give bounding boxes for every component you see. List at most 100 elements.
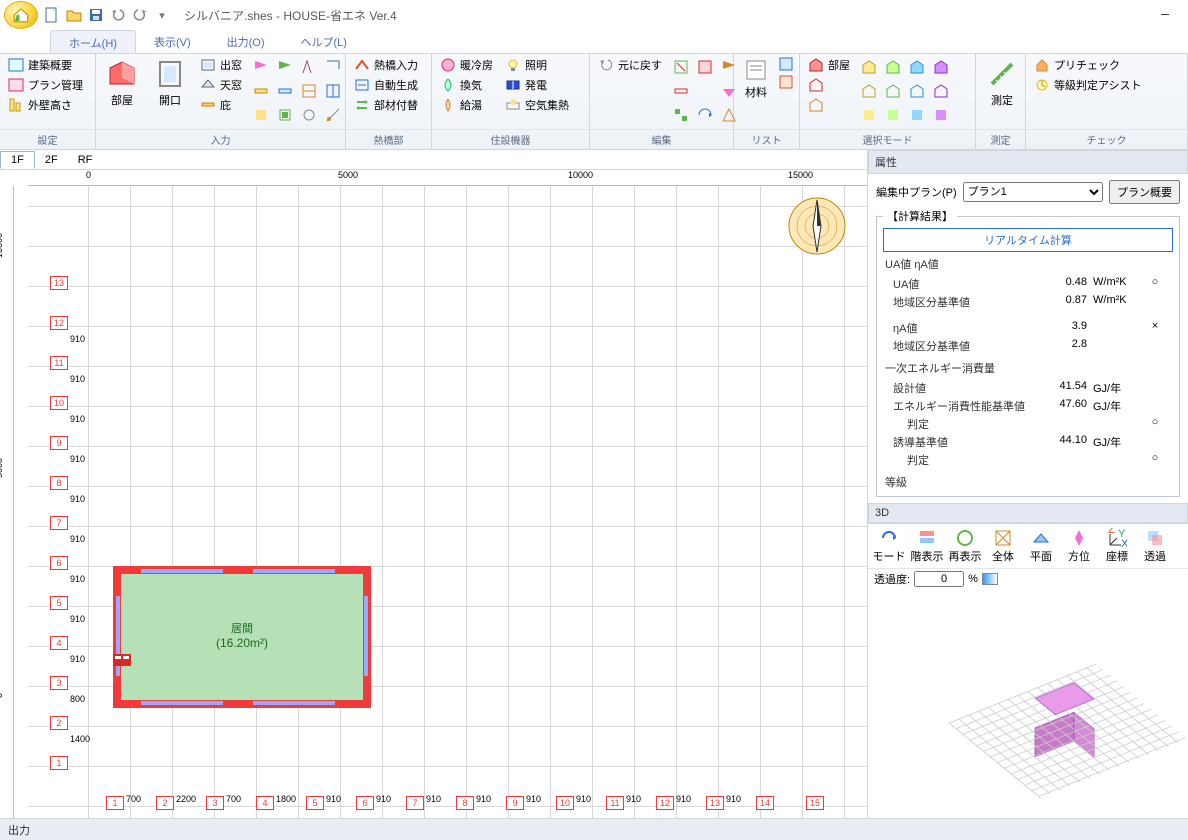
selmode-r3[interactable] — [804, 96, 854, 114]
settings-wallheight[interactable]: 外壁高さ — [4, 96, 87, 114]
equip-kyuto[interactable]: 給湯 — [436, 96, 497, 114]
input-eave[interactable]: 庇 — [196, 96, 246, 114]
sm-c3-icon[interactable] — [906, 56, 928, 78]
opacity-label: 透過度: — [874, 571, 910, 587]
list-icon1[interactable] — [778, 56, 794, 72]
bridge-auto[interactable]: 自動生成 — [350, 76, 422, 94]
tab-help[interactable]: ヘルプ(L) — [283, 30, 365, 53]
sm-c1-icon[interactable] — [858, 56, 880, 78]
app-icon[interactable] — [4, 1, 38, 29]
plan-overview-button[interactable]: プラン概要 — [1109, 180, 1180, 204]
input-sky[interactable]: 天窓 — [196, 76, 246, 94]
tool-b4-icon[interactable] — [322, 104, 344, 126]
plan-canvas-area[interactable]: 1F 2F RF 0 5000 10000 15000 0 5000 10000… — [0, 150, 868, 818]
tool-h3-icon[interactable] — [298, 80, 320, 102]
input-room[interactable]: 部屋 — [100, 56, 144, 110]
tab-home[interactable]: ホーム(H) — [50, 30, 136, 53]
tool-b1-icon[interactable] — [250, 104, 272, 126]
3d-mode[interactable]: モード — [872, 528, 906, 564]
tab-output[interactable]: 出力(O) — [209, 30, 283, 53]
edit-t1-icon[interactable] — [670, 56, 692, 78]
selmode-r2[interactable] — [804, 76, 854, 94]
tool-pink-flag-icon[interactable] — [250, 56, 272, 78]
3d-trans[interactable]: 透過 — [1138, 528, 1172, 564]
3d-all[interactable]: 全体 — [986, 528, 1020, 564]
input-opening[interactable]: 開口 — [148, 56, 192, 110]
edit-undo[interactable]: 元に戻す — [594, 56, 666, 74]
tool-b2-icon[interactable] — [274, 104, 296, 126]
floor-tab-rf[interactable]: RF — [68, 152, 103, 168]
edit-t7-icon[interactable] — [694, 104, 716, 126]
tool-h4-icon[interactable] — [322, 80, 344, 102]
sm-c8-icon[interactable] — [930, 80, 952, 102]
ec-head: 一次エネルギー消費量 — [885, 360, 1173, 376]
check-pre[interactable]: プリチェック — [1030, 56, 1146, 74]
edit-t6-icon[interactable] — [670, 104, 692, 126]
ruler-left: 0 5000 10000 — [0, 186, 14, 818]
sm-c9-icon[interactable] — [858, 104, 880, 126]
check-grade[interactable]: 等級判定アシスト — [1030, 76, 1146, 94]
edit-t2-icon[interactable] — [694, 56, 716, 78]
editing-plan-label: 編集中プラン(P) — [876, 184, 957, 200]
3d-floor[interactable]: 階表示 — [910, 528, 944, 564]
sm-c10-icon[interactable] — [882, 104, 904, 126]
floor-tab-2f[interactable]: 2F — [35, 152, 68, 168]
equip-kuuki[interactable]: 空気集熱 — [501, 96, 573, 114]
group-list-label: リスト — [734, 129, 799, 149]
tool-h1-icon[interactable] — [250, 80, 272, 102]
axis-h-7: 7 — [50, 516, 68, 530]
group-selmode-label: 選択モード — [800, 129, 975, 149]
room-shape[interactable]: 居間 (16.20m²) — [113, 566, 371, 708]
equip-danbou[interactable]: 暖冷房 — [436, 56, 497, 74]
minimize-button[interactable]: ─ — [1142, 0, 1188, 30]
list-icon2[interactable] — [778, 74, 794, 90]
equip-hatsuden[interactable]: 発電 — [501, 76, 573, 94]
selmode-heya[interactable]: 部屋 — [804, 56, 854, 74]
sm-c2-icon[interactable] — [882, 56, 904, 78]
group-bridge-label: 熱橋部 — [346, 129, 431, 149]
tool-green-flag-icon[interactable] — [274, 56, 296, 78]
qat-new-icon[interactable] — [42, 5, 62, 25]
tool-line1-icon[interactable] — [298, 56, 320, 78]
3d-dir[interactable]: 方位 — [1062, 528, 1096, 564]
axis-h-13: 13 — [50, 276, 68, 290]
group-equip-label: 住設機器 — [432, 129, 589, 149]
tool-line2-icon[interactable] — [322, 56, 344, 78]
sm-c6-icon[interactable] — [882, 80, 904, 102]
equip-kanki[interactable]: 換気 — [436, 76, 497, 94]
qat-redo-icon[interactable] — [130, 5, 150, 25]
floor-tab-1f[interactable]: 1F — [0, 151, 35, 169]
bridge-input[interactable]: 熱橋入力 — [350, 56, 422, 74]
sm-c11-icon[interactable] — [906, 104, 928, 126]
3d-redisplay[interactable]: 再表示 — [948, 528, 982, 564]
sm-c4-icon[interactable] — [930, 56, 952, 78]
bridge-swap[interactable]: 部材付替 — [350, 96, 422, 114]
equip-shomei[interactable]: 照明 — [501, 56, 573, 74]
measure-btn[interactable]: 測定 — [980, 56, 1024, 110]
3d-viewport[interactable] — [868, 589, 1188, 813]
input-bay[interactable]: 出窓 — [196, 56, 246, 74]
sm-c12-icon[interactable] — [930, 104, 952, 126]
3d-coord[interactable]: ZXY座標 — [1100, 528, 1134, 564]
sm-c5-icon[interactable] — [858, 80, 880, 102]
tool-h2-icon[interactable] — [274, 80, 296, 102]
opacity-input[interactable] — [914, 571, 964, 587]
tool-b3-icon[interactable] — [298, 104, 320, 126]
settings-planmgmt[interactable]: プラン管理 — [4, 76, 87, 94]
axis-h-9: 9 — [50, 436, 68, 450]
plan-select[interactable]: プラン1 — [963, 182, 1103, 202]
edit-t4-icon[interactable] — [670, 80, 692, 102]
qat-undo-icon[interactable] — [108, 5, 128, 25]
sm-c7-icon[interactable] — [906, 80, 928, 102]
axis-v-11: 11 — [606, 796, 624, 810]
list-zairyo[interactable]: 材料 — [738, 56, 774, 102]
qat-dropdown-icon[interactable]: ▾ — [152, 5, 172, 25]
axis-v-9: 9 — [506, 796, 524, 810]
settings-overview[interactable]: 建築概要 — [4, 56, 87, 74]
ua-head: UA値 ηA値 — [885, 256, 1173, 272]
realtime-calc-button[interactable]: リアルタイム計算 — [883, 228, 1173, 252]
qat-open-icon[interactable] — [64, 5, 84, 25]
3d-plane[interactable]: 平面 — [1024, 528, 1058, 564]
qat-save-icon[interactable] — [86, 5, 106, 25]
tab-view[interactable]: 表示(V) — [136, 30, 209, 53]
